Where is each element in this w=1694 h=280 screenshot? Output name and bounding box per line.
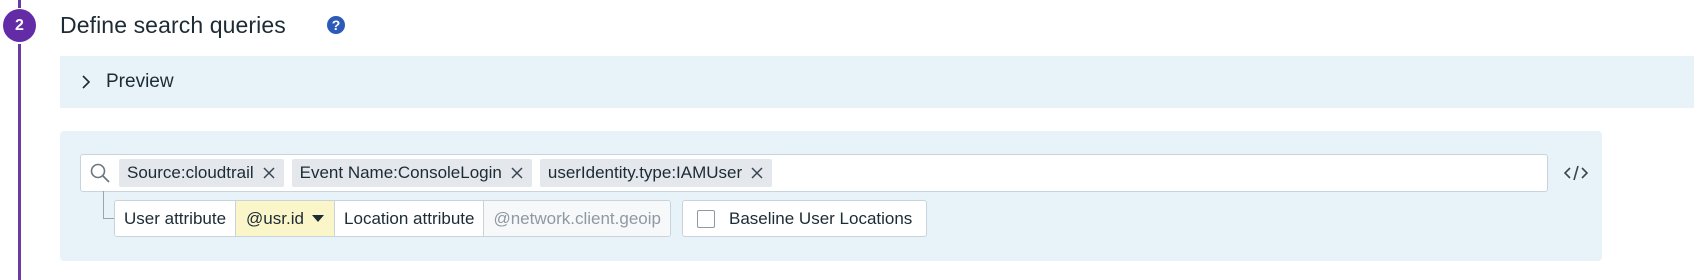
chip-label: Source:cloudtrail bbox=[127, 163, 254, 182]
attribute-row: User attribute @usr.id Location attribut… bbox=[114, 200, 928, 237]
close-icon[interactable] bbox=[262, 166, 276, 180]
user-attribute-value: @usr.id bbox=[246, 208, 304, 228]
chip-label: userIdentity.type:IAMUser bbox=[547, 163, 743, 182]
preview-toggle[interactable]: Preview bbox=[60, 56, 1694, 108]
baseline-user-locations-toggle[interactable]: Baseline User Locations bbox=[681, 200, 928, 237]
attribute-group: User attribute @usr.id Location attribut… bbox=[114, 200, 671, 237]
chevron-right-icon bbox=[82, 75, 91, 89]
user-attribute-select[interactable]: @usr.id bbox=[235, 201, 336, 236]
search-query-input[interactable]: Source:cloudtrail Event Name:ConsoleLogi… bbox=[80, 154, 1548, 192]
step-number-badge: 2 bbox=[3, 9, 36, 42]
location-attribute-label: Location attribute bbox=[335, 201, 484, 236]
code-icon[interactable] bbox=[1562, 163, 1590, 183]
preview-label: Preview bbox=[106, 71, 174, 92]
chip-label: Event Name:ConsoleLogin bbox=[299, 163, 502, 182]
step-title: Define search queries bbox=[60, 12, 286, 38]
question-circle-icon[interactable]: ? bbox=[327, 16, 345, 34]
query-chip-source[interactable]: Source:cloudtrail bbox=[119, 159, 284, 187]
step-connector-line bbox=[18, 44, 21, 280]
location-attribute-input[interactable]: @network.client.geoip bbox=[483, 201, 670, 236]
step-connector-top bbox=[18, 0, 21, 8]
query-chip-event-name[interactable]: Event Name:ConsoleLogin bbox=[291, 159, 532, 187]
user-attribute-label: User attribute bbox=[115, 201, 236, 236]
caret-down-icon bbox=[312, 215, 325, 222]
close-icon[interactable] bbox=[510, 166, 524, 180]
query-panel: Source:cloudtrail Event Name:ConsoleLogi… bbox=[60, 131, 1602, 261]
baseline-checkbox[interactable] bbox=[696, 209, 715, 228]
close-icon[interactable] bbox=[750, 166, 764, 180]
search-icon bbox=[90, 163, 110, 183]
step-number: 2 bbox=[15, 16, 24, 34]
baseline-label: Baseline User Locations bbox=[728, 208, 913, 228]
query-chip-user-identity-type[interactable]: userIdentity.type:IAMUser bbox=[539, 159, 773, 187]
